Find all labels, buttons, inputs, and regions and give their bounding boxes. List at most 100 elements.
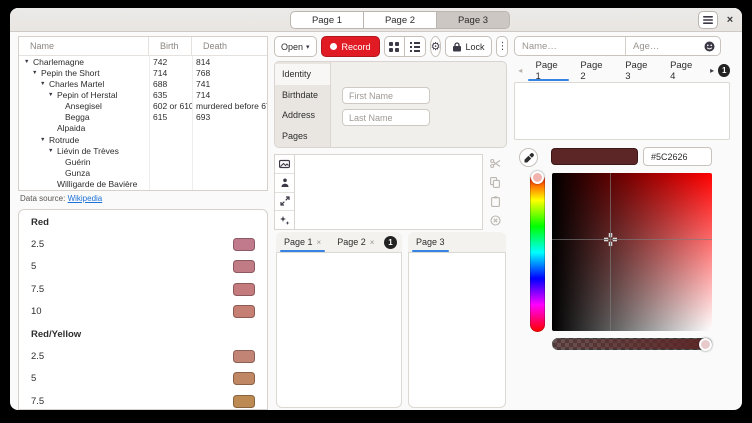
copy-button[interactable]	[483, 173, 507, 192]
header-tab-page2[interactable]: Page 2	[364, 11, 437, 29]
table-row[interactable]: Willigarde de Bavière	[19, 179, 267, 190]
paste-button[interactable]	[483, 192, 507, 211]
hue-slider[interactable]	[530, 173, 545, 332]
tab-page1[interactable]: Page 1 ×	[276, 232, 329, 252]
table-row[interactable]: ▼Pepin of Herstal 635 714	[19, 89, 267, 100]
pager-badge[interactable]: 1	[718, 64, 730, 77]
open-button[interactable]: Open ▾	[274, 36, 317, 57]
pager-content-pane[interactable]	[514, 82, 730, 140]
table-row[interactable]: Ansegisel 602 or 610 murdered before 679	[19, 101, 267, 112]
menu-button[interactable]	[698, 11, 718, 29]
palette-list: Red 2.5 5 7.5 10 Red/Yellow 2.5 5 7.5 10	[18, 209, 268, 410]
header-tab-page3[interactable]: Page 3	[437, 11, 510, 29]
settings-button[interactable]: ⚙	[430, 36, 442, 57]
list-item[interactable]: 5	[31, 256, 255, 279]
left-notebook-pane[interactable]	[276, 252, 402, 408]
sidebar-item-address[interactable]: Address	[275, 105, 330, 126]
row-birth: 714	[149, 68, 192, 78]
table-row[interactable]: Gunza	[19, 167, 267, 178]
list-view-button[interactable]	[405, 36, 426, 57]
palette-label: 7.5	[31, 396, 44, 407]
record-button[interactable]: Record	[321, 36, 380, 57]
pager-tab-page2[interactable]: Page 2	[571, 60, 616, 81]
first-name-field[interactable]	[342, 87, 430, 104]
last-name-field[interactable]	[342, 109, 430, 126]
expander-icon[interactable]: ▼	[48, 92, 57, 98]
table-row[interactable]: ▼Pepin the Short 714 768	[19, 67, 267, 78]
header-tab-page1[interactable]: Page 1	[290, 11, 364, 29]
table-row[interactable]: ▼Rotrude	[19, 134, 267, 145]
fullscreen-button[interactable]	[275, 193, 294, 212]
column-header-death[interactable]: Death	[192, 37, 267, 55]
row-name: Ansegisel	[65, 101, 102, 111]
name-input[interactable]	[515, 41, 625, 52]
column-header-name[interactable]: Name	[19, 37, 149, 55]
table-row[interactable]: ▼Charlemagne 742 814	[19, 56, 267, 67]
more-options-button[interactable]: ⋮	[496, 36, 508, 57]
expander-icon[interactable]: ▼	[24, 59, 33, 65]
expander-icon[interactable]: ▼	[48, 148, 57, 154]
window-close-button[interactable]: ×	[723, 13, 737, 27]
cursor-vertical-guide	[610, 173, 611, 331]
text-area[interactable]	[295, 154, 483, 230]
hue-slider-handle[interactable]	[531, 171, 544, 184]
alpha-slider-handle[interactable]	[699, 338, 712, 351]
prev-page-arrow-icon[interactable]: ◂	[514, 60, 526, 81]
tab-label: Page 3	[416, 237, 445, 247]
palette-label: 7.5	[31, 284, 44, 295]
table-row[interactable]: Guérin	[19, 156, 267, 167]
palette-label: 2.5	[31, 351, 44, 362]
pager-tab-page4[interactable]: Page 4	[661, 60, 706, 81]
list-item[interactable]: 2.5	[31, 345, 255, 368]
lock-button[interactable]: Lock	[445, 36, 492, 57]
tab-page2[interactable]: Page 2 ×	[329, 232, 382, 252]
insert-image-button[interactable]	[275, 155, 294, 174]
table-row[interactable]: ▼Liévin de Trèves	[19, 145, 267, 156]
alpha-slider[interactable]	[552, 338, 712, 350]
sidebar-item-birthdate[interactable]: Birthdate	[275, 85, 330, 106]
pager-tab-page3[interactable]: Page 3	[616, 60, 661, 81]
remove-button[interactable]	[483, 211, 507, 230]
tab-close-icon[interactable]: ×	[370, 238, 375, 247]
table-row[interactable]: Alpaida	[19, 123, 267, 134]
sparkles-button[interactable]	[275, 211, 294, 229]
expander-icon[interactable]: ▼	[40, 81, 49, 87]
table-row[interactable]: Begga 615 693	[19, 112, 267, 123]
current-color-swatch[interactable]	[551, 148, 638, 165]
list-item[interactable]: 7.5	[31, 390, 255, 410]
next-page-arrow-icon[interactable]: ▸	[706, 60, 718, 81]
eyedropper-button[interactable]	[519, 148, 538, 167]
color-cursor-crosshair[interactable]	[604, 233, 617, 246]
tab-page3[interactable]: Page 3	[408, 232, 453, 252]
eyedropper-icon	[524, 153, 534, 163]
column-header-birth[interactable]: Birth	[149, 37, 192, 55]
sidebar-item-identity[interactable]: Identity	[275, 64, 330, 85]
hex-color-input[interactable]	[643, 147, 712, 166]
expander-icon[interactable]: ▼	[40, 137, 49, 143]
cut-button[interactable]	[483, 154, 507, 173]
emoji-chooser-icon[interactable]	[704, 41, 715, 52]
tab-overflow-badge[interactable]: 1	[384, 236, 397, 249]
saturation-value-plane[interactable]	[552, 173, 712, 331]
color-swatch	[233, 260, 255, 273]
row-name: Guérin	[65, 157, 91, 167]
right-notebook-pane[interactable]	[408, 252, 506, 408]
color-swatch	[233, 395, 255, 408]
wikipedia-link[interactable]: Wikipedia	[68, 194, 103, 203]
table-row[interactable]: ▼Charles Martel 688 741	[19, 78, 267, 89]
expander-icon[interactable]: ▼	[32, 70, 41, 76]
list-item[interactable]: 7.5	[31, 278, 255, 301]
sidebar-item-pages[interactable]: Pages	[275, 126, 330, 147]
age-input[interactable]	[626, 41, 704, 52]
insert-object-button[interactable]	[275, 174, 294, 193]
palette-section-red-yellow: Red/Yellow 2.5 5 7.5 10	[31, 329, 255, 410]
list-item[interactable]: 2.5	[31, 233, 255, 256]
data-source-label: Data source:	[20, 194, 68, 203]
pager-tab-page1[interactable]: Page 1	[526, 60, 571, 81]
insert-image-icon	[279, 159, 290, 169]
list-item[interactable]: 5	[31, 368, 255, 391]
grid-view-button[interactable]	[384, 36, 405, 57]
list-item[interactable]: 10	[31, 301, 255, 324]
row-name: Charlemagne	[33, 57, 84, 67]
tab-close-icon[interactable]: ×	[317, 238, 322, 247]
